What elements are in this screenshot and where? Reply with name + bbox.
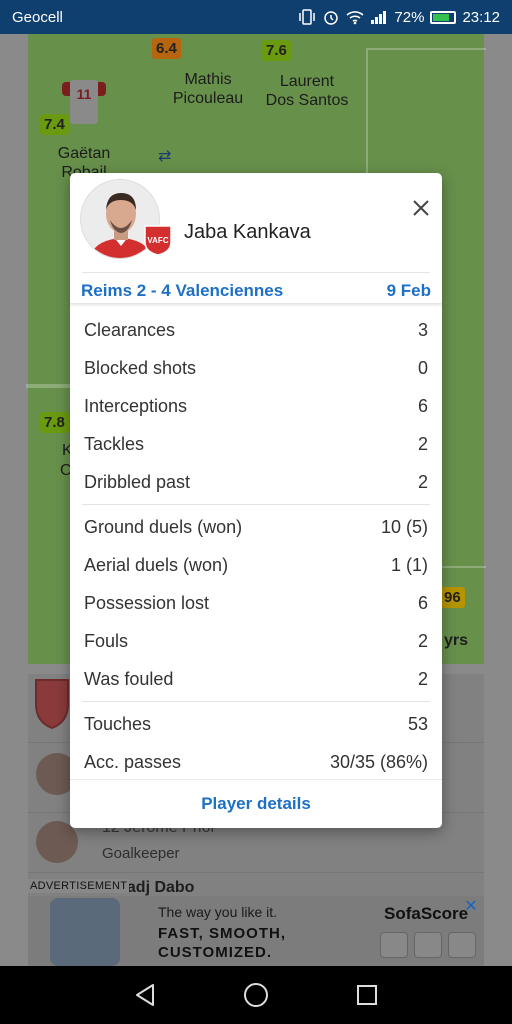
player-details-button[interactable]: Player details <box>201 794 311 814</box>
stat-label: Tackles <box>84 433 145 454</box>
stat-row: Touches 53 <box>70 705 442 743</box>
wifi-icon <box>346 9 364 25</box>
stat-row: Possession lost 6 <box>70 584 442 622</box>
phone-image <box>50 898 120 966</box>
rating-badge: 6.4 <box>152 38 181 59</box>
alarm-icon <box>322 9 340 25</box>
rating-badge: 96 <box>440 587 465 608</box>
navigation-bar <box>0 966 512 1024</box>
advertisement-label: ADVERTISEMENT <box>28 879 130 893</box>
pitch-player-name[interactable]: Laurent Dos Santos <box>252 72 362 110</box>
stat-label: Dribbled past <box>84 471 191 492</box>
stat-row: Blocked shots 0 <box>70 349 442 387</box>
ad-headline: FAST, SMOOTH, CUSTOMIZED. <box>158 925 287 961</box>
stat-label: Possession lost <box>84 592 210 613</box>
stat-value: 10 (5) <box>380 516 428 537</box>
battery-percent: 72% <box>394 8 425 26</box>
store-icons <box>380 932 476 958</box>
divider <box>82 701 430 702</box>
huawei-icon <box>448 932 476 958</box>
rating-badge: 7.6 <box>262 40 291 61</box>
stat-row: Ground duels (won) 10 (5) <box>70 508 442 546</box>
stat-label: Fouls <box>84 630 129 651</box>
stat-value: 0 <box>417 357 428 378</box>
stat-row: Fouls 2 <box>70 622 442 660</box>
club-crest-icon <box>34 674 70 734</box>
play-store-icon <box>380 932 408 958</box>
match-date: 9 Feb <box>386 281 431 300</box>
stat-row: Clearances 3 <box>70 311 442 349</box>
stat-label: Clearances <box>84 319 176 340</box>
stat-row: Was fouled 2 <box>70 660 442 698</box>
stat-row: Aerial duels (won) 1 (1) <box>70 546 442 584</box>
rating-badge: 7.4 <box>40 114 69 135</box>
dialog-header: VAFC Jaba Kankava Reims 2 - 4 Valencienn… <box>70 173 442 303</box>
vibrate-icon <box>298 9 316 25</box>
carrier-name: Geocell <box>12 8 63 26</box>
list-item-role: Goalkeeper <box>102 845 180 862</box>
rating-badge: 7.8 <box>40 412 69 433</box>
apple-icon <box>414 932 442 958</box>
stat-label: Aerial duels (won) <box>84 554 229 575</box>
stat-value: 2 <box>417 630 428 651</box>
stat-value: 6 <box>417 592 428 613</box>
stats-list: Clearances 3 Blocked shots 0 Interceptions… <box>70 311 442 781</box>
status-bar: Geocell 72% 23:12 <box>0 0 512 34</box>
stat-label: Interceptions <box>84 395 188 416</box>
dialog-footer: Player details <box>70 779 442 828</box>
stat-value: 53 <box>407 713 428 734</box>
stat-value: 2 <box>417 433 428 454</box>
player-name: Jaba Kankava <box>184 221 311 243</box>
club-badge-text: VAFC <box>147 236 168 245</box>
stat-label: Ground duels (won) <box>84 516 243 537</box>
match-link[interactable]: Reims 2 - 4 Valenciennes <box>81 281 283 301</box>
stat-label: Was fouled <box>84 668 174 689</box>
divider <box>82 504 430 505</box>
close-icon[interactable] <box>406 193 436 223</box>
stat-value: 3 <box>417 319 428 340</box>
partial-text: yrs <box>444 632 469 649</box>
pitch-player-name[interactable]: Mathis Picouleau <box>148 70 268 108</box>
stat-value: 1 (1) <box>390 554 428 575</box>
stat-row: Interceptions 6 <box>70 387 442 425</box>
stat-label: Touches <box>84 713 152 734</box>
recents-icon[interactable] <box>347 975 387 1015</box>
player-stats-dialog: VAFC Jaba Kankava Reims 2 - 4 Valencienn… <box>70 173 442 828</box>
substitution-icon: ⇄ <box>158 148 172 165</box>
stat-row: Acc. passes 30/35 (86%) <box>70 743 442 781</box>
status-icons: 72% 23:12 <box>298 9 500 26</box>
divider <box>70 303 442 307</box>
ad-close-icon[interactable]: ✕ <box>462 898 480 916</box>
stat-row: Dribbled past 2 <box>70 463 442 501</box>
divider <box>82 272 430 273</box>
ad-brand: SofaScore <box>384 904 469 923</box>
stat-value: 2 <box>417 471 428 492</box>
battery-icon <box>430 10 457 24</box>
clock: 23:12 <box>462 8 500 26</box>
stat-value: 2 <box>417 668 428 689</box>
stat-value: 30/35 (86%) <box>329 751 428 772</box>
stat-label: Acc. passes <box>84 751 182 772</box>
signal-icon <box>370 9 388 25</box>
ad-banner[interactable]: The way you like it. FAST, SMOOTH, CUSTO… <box>28 896 484 966</box>
home-icon[interactable] <box>236 975 276 1015</box>
back-icon[interactable] <box>125 975 165 1015</box>
ad-tagline: The way you like it. <box>158 904 278 920</box>
stat-value: 6 <box>417 395 428 416</box>
stat-label: Blocked shots <box>84 357 197 378</box>
club-badge-icon: VAFC <box>143 224 173 256</box>
stat-row: Tackles 2 <box>70 425 442 463</box>
